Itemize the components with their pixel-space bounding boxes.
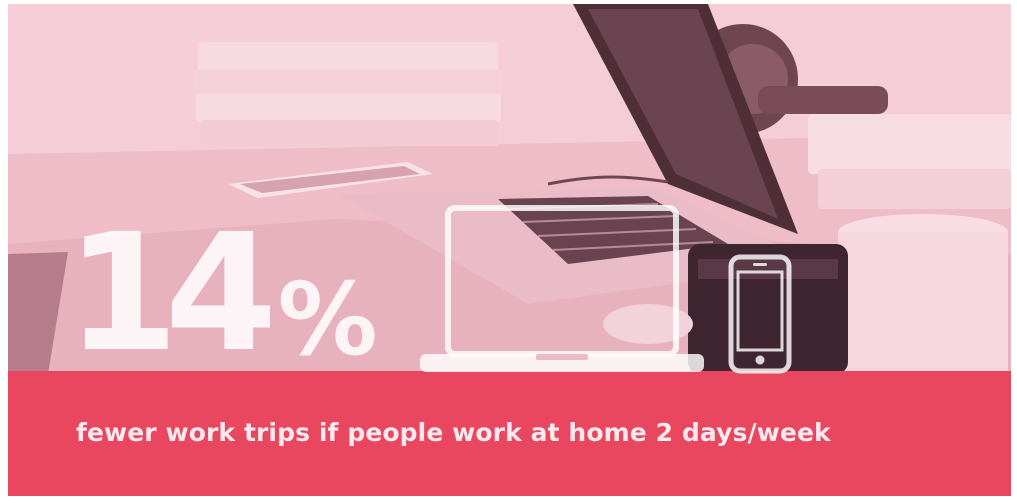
statistic-value: 14% bbox=[66, 209, 378, 379]
statistic-unit: % bbox=[277, 261, 378, 378]
caption-text: fewer work trips if people work at home … bbox=[76, 418, 831, 447]
smartphone-icon bbox=[728, 254, 792, 374]
laptop-icon bbox=[418, 204, 708, 374]
infographic-card: fewer work trips if people work at home … bbox=[8, 4, 1011, 496]
statistic-number: 14 bbox=[66, 200, 277, 388]
